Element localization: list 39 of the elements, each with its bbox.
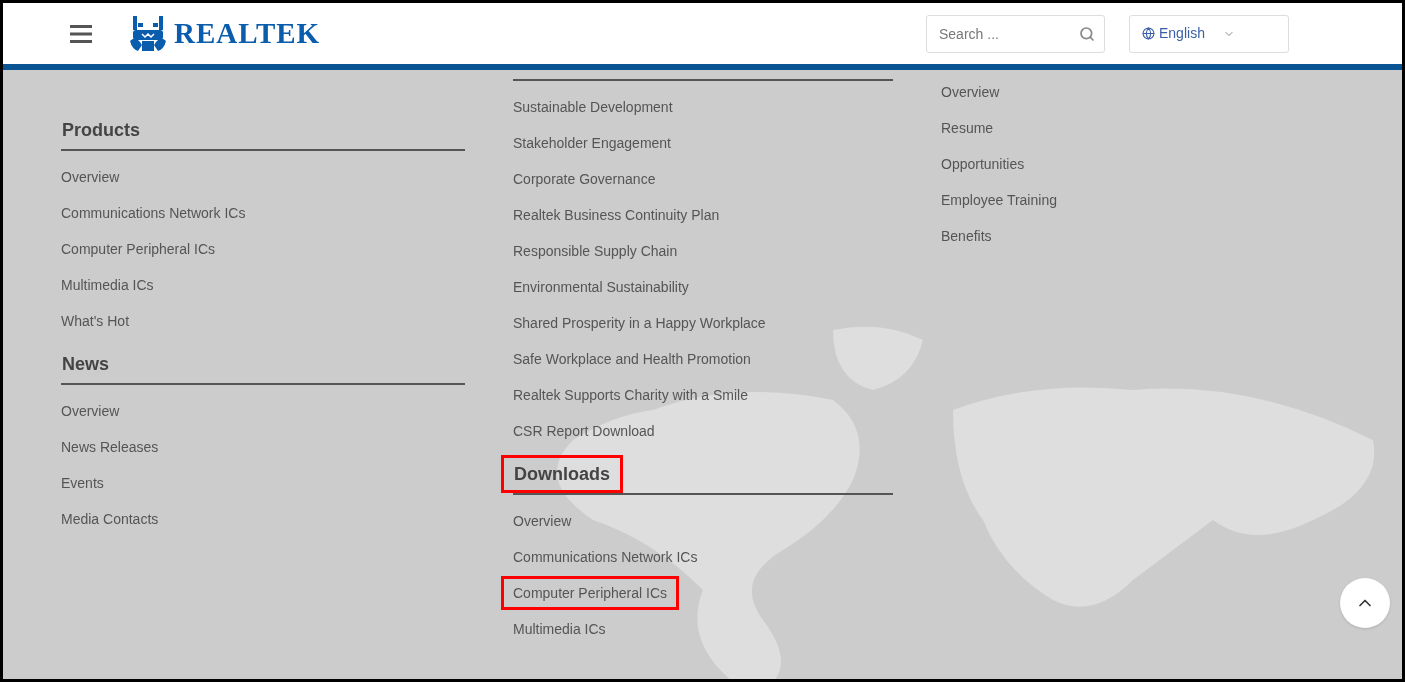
scroll-to-top-button[interactable] [1340, 578, 1390, 628]
footer-link[interactable]: Resume [941, 119, 994, 137]
footer-link[interactable]: Employee Training [941, 191, 1057, 209]
footer-link[interactable]: Media Contacts [61, 510, 159, 528]
footer-link[interactable]: Benefits [941, 227, 992, 245]
search-field[interactable]: Search ... [926, 14, 1105, 53]
footer-link[interactable]: Opportunities [941, 155, 1025, 173]
footer-link[interactable]: Safe Workplace and Health Promotion [513, 350, 751, 368]
footer-link[interactable]: Communications Network ICs [61, 204, 246, 222]
section-heading: Products [61, 119, 141, 142]
footer-link[interactable]: Computer Peripheral ICs [501, 576, 680, 610]
crab-logo-icon [128, 14, 168, 53]
footer-link[interactable]: Stakeholder Engagement [513, 134, 671, 152]
footer-link[interactable]: Environmental Sustainability [513, 278, 689, 296]
footer-link[interactable]: What's Hot [61, 312, 130, 330]
footer-link[interactable]: News Releases [61, 438, 159, 456]
section-heading: Downloads [501, 455, 623, 493]
footer-link[interactable]: Corporate Governance [513, 170, 656, 188]
footer-link[interactable]: CSR Report Download [513, 422, 655, 440]
footer-link[interactable]: Realtek Business Continuity Plan [513, 206, 720, 224]
footer-link[interactable]: Sustainable Development [513, 98, 673, 116]
language-select[interactable]: English [1129, 14, 1289, 53]
footer-link[interactable]: Multimedia ICs [61, 276, 154, 294]
footer-link[interactable]: Overview [941, 83, 1000, 101]
footer-link[interactable]: Events [61, 474, 104, 492]
footer-link[interactable]: Overview [61, 168, 120, 186]
footer-link[interactable]: Multimedia ICs [513, 620, 606, 638]
footer-link[interactable]: Overview [61, 402, 120, 420]
footer-link[interactable]: Realtek Supports Charity with a Smile [513, 386, 748, 404]
footer-link[interactable]: Computer Peripheral ICs [61, 240, 216, 258]
footer-link[interactable]: Shared Prosperity in a Happy Workplace [513, 314, 766, 332]
globe-icon [1142, 27, 1155, 40]
menu-icon[interactable] [70, 24, 92, 43]
footer-link[interactable]: Overview [513, 512, 572, 530]
section-heading: News [61, 353, 111, 376]
footer-link[interactable]: Responsible Supply Chain [513, 242, 678, 260]
search-icon[interactable] [1079, 25, 1095, 42]
brand-wordmark: REALTEK [174, 15, 321, 51]
footer-link[interactable]: Communications Network ICs [513, 548, 698, 566]
